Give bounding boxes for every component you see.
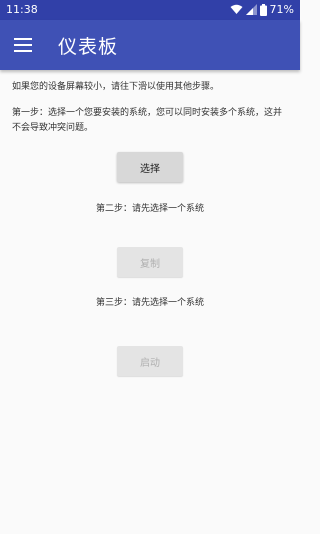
step2-text: 第二步：请先选择一个系统 — [95, 204, 204, 214]
menu-icon[interactable] — [10, 32, 36, 58]
battery-percent: 71% — [269, 3, 294, 16]
signal-icon — [245, 4, 257, 15]
copy-button[interactable]: 复制 — [117, 247, 183, 277]
step3-text: 第三步：请先选择一个系统 — [95, 298, 204, 308]
wifi-icon — [230, 4, 243, 15]
status-icons: 71% — [230, 3, 294, 16]
battery-icon — [259, 3, 267, 16]
launch-button[interactable]: 启动 — [117, 346, 183, 376]
status-bar: 11:38 71% — [0, 0, 300, 20]
select-button[interactable]: 选择 — [117, 152, 183, 182]
status-time: 11:38 — [6, 3, 38, 16]
app-toolbar: 仪表板 — [0, 20, 300, 70]
page-title: 仪表板 — [58, 36, 119, 58]
scroll-hint-text: 如果您的设备屏幕较小，请往下滑以使用其他步骤。 — [12, 82, 220, 92]
step1-text: 第一步：选择一个您要安装的系统，您可以同时安装多个系统，这并不会导致冲突问题。 — [12, 108, 283, 133]
